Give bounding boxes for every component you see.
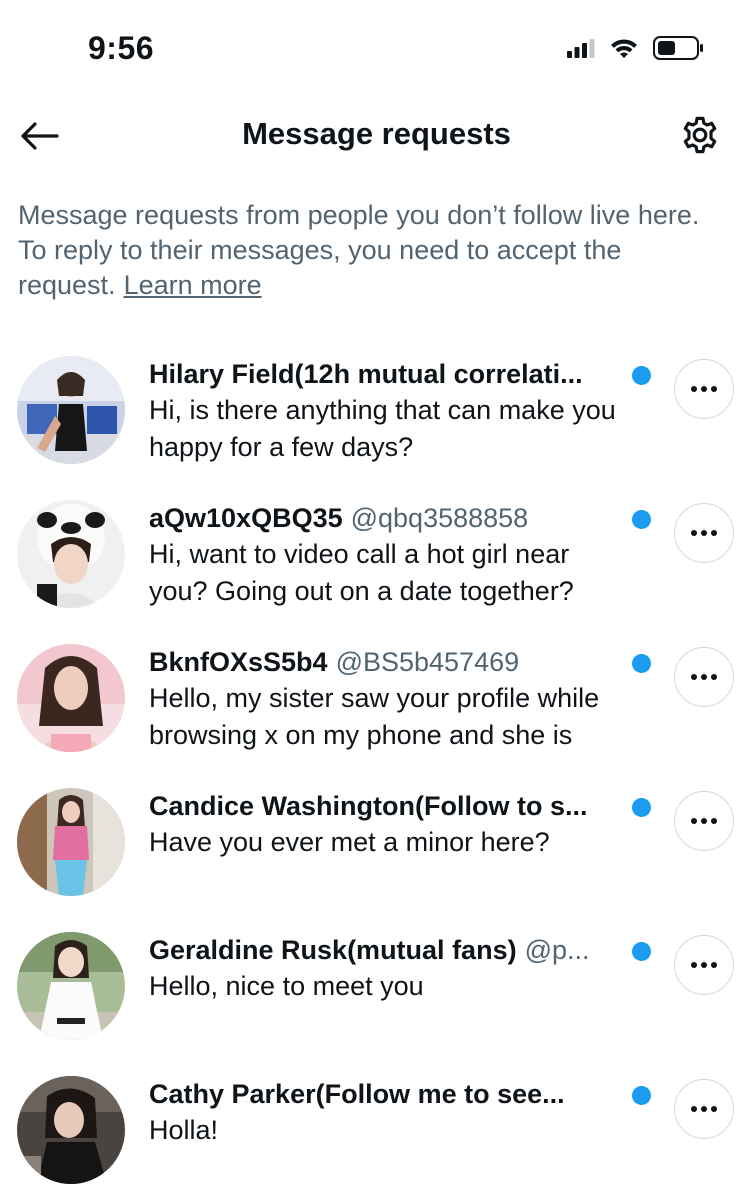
request-content: Hilary Field(12h mutual correlati... Hi,… <box>149 356 619 466</box>
sender-handle: @BS5b457469 <box>335 647 520 677</box>
cellular-signal-icon <box>567 39 595 58</box>
wifi-icon <box>611 39 637 58</box>
more-horizontal-icon <box>691 674 717 680</box>
avatar[interactable] <box>17 932 125 1040</box>
sender-line: Hilary Field(12h mutual correlati... <box>149 356 619 392</box>
list-item[interactable]: aQw10xQBQ35 @qbq3588858 Hi, want to video… <box>0 494 753 624</box>
sender-line: aQw10xQBQ35 @qbq3588858 <box>149 500 619 536</box>
list-item[interactable]: Hilary Field(12h mutual correlati... Hi,… <box>0 350 753 480</box>
unread-indicator <box>632 510 651 529</box>
info-description: Message requests from people you don’t f… <box>18 200 700 300</box>
more-options-button[interactable] <box>674 503 734 563</box>
sender-line: Candice Washington(Follow to s... <box>149 788 619 824</box>
message-preview: Holla! <box>149 1115 219 1145</box>
message-preview: Have you ever met a minor here? <box>149 827 550 857</box>
more-options-button[interactable] <box>674 647 734 707</box>
learn-more-link[interactable]: Learn more <box>124 270 262 300</box>
status-time: 9:56 <box>88 30 155 66</box>
more-options-button[interactable] <box>674 935 734 995</box>
sender-line: BknfOXsS5b4 @BS5b457469 <box>149 644 619 680</box>
more-horizontal-icon <box>691 1106 717 1112</box>
more-horizontal-icon <box>691 818 717 824</box>
avatar[interactable] <box>17 500 125 608</box>
status-icons <box>567 36 705 60</box>
more-horizontal-icon <box>691 962 717 968</box>
message-preview: Hi, want to video call a hot girl near y… <box>149 539 574 606</box>
unread-indicator <box>632 798 651 817</box>
avatar[interactable] <box>17 356 125 464</box>
more-horizontal-icon <box>691 530 717 536</box>
header: Message requests <box>0 100 753 170</box>
list-item[interactable]: Cathy Parker(Follow me to see... Holla! <box>0 1070 753 1200</box>
sender-line: Cathy Parker(Follow me to see... <box>149 1076 619 1112</box>
sender-name: aQw10xQBQ35 <box>149 503 343 533</box>
info-text: Message requests from people you don’t f… <box>18 198 718 303</box>
sender-name: Hilary Field(12h mutual correlati... <box>149 359 583 389</box>
sender-name: Geraldine Rusk(mutual fans) <box>149 935 517 965</box>
more-options-button[interactable] <box>674 359 734 419</box>
message-preview: Hello, nice to meet you <box>149 971 424 1001</box>
unread-indicator <box>632 366 651 385</box>
more-options-button[interactable] <box>674 1079 734 1139</box>
avatar[interactable] <box>17 1076 125 1184</box>
sender-handle: @qbq3588858 <box>350 503 529 533</box>
unread-indicator <box>632 942 651 961</box>
list-item[interactable]: Geraldine Rusk(mutual fans) @p... Hello, … <box>0 926 753 1056</box>
unread-indicator <box>632 1086 651 1105</box>
list-item[interactable]: Candice Washington(Follow to s... Have y… <box>0 782 753 912</box>
request-content: aQw10xQBQ35 @qbq3588858 Hi, want to video… <box>149 500 619 610</box>
more-options-button[interactable] <box>674 791 734 851</box>
sender-name: BknfOXsS5b4 <box>149 647 328 677</box>
unread-indicator <box>632 654 651 673</box>
sender-name: Cathy Parker(Follow me to see... <box>149 1079 565 1109</box>
request-content: BknfOXsS5b4 @BS5b457469 Hello, my sister … <box>149 644 619 754</box>
sender-line: Geraldine Rusk(mutual fans) @p... <box>149 932 619 968</box>
more-horizontal-icon <box>691 386 717 392</box>
status-bar: 9:56 <box>0 0 753 100</box>
page-title: Message requests <box>242 116 511 151</box>
request-content: Geraldine Rusk(mutual fans) @p... Hello, … <box>149 932 619 1005</box>
sender-name: Candice Washington(Follow to s... <box>149 791 588 821</box>
avatar[interactable] <box>17 644 125 752</box>
list-item[interactable]: BknfOXsS5b4 @BS5b457469 Hello, my sister … <box>0 638 753 768</box>
message-preview: Hi, is there anything that can make you … <box>149 395 616 462</box>
gear-icon <box>683 116 717 154</box>
request-content: Candice Washington(Follow to s... Have y… <box>149 788 619 861</box>
request-content: Cathy Parker(Follow me to see... Holla! <box>149 1076 619 1149</box>
sender-handle: @p... <box>524 935 590 965</box>
settings-button[interactable] <box>677 112 723 158</box>
battery-icon <box>653 36 703 60</box>
message-preview: Hello, my sister saw your profile while … <box>149 683 600 750</box>
avatar[interactable] <box>17 788 125 896</box>
